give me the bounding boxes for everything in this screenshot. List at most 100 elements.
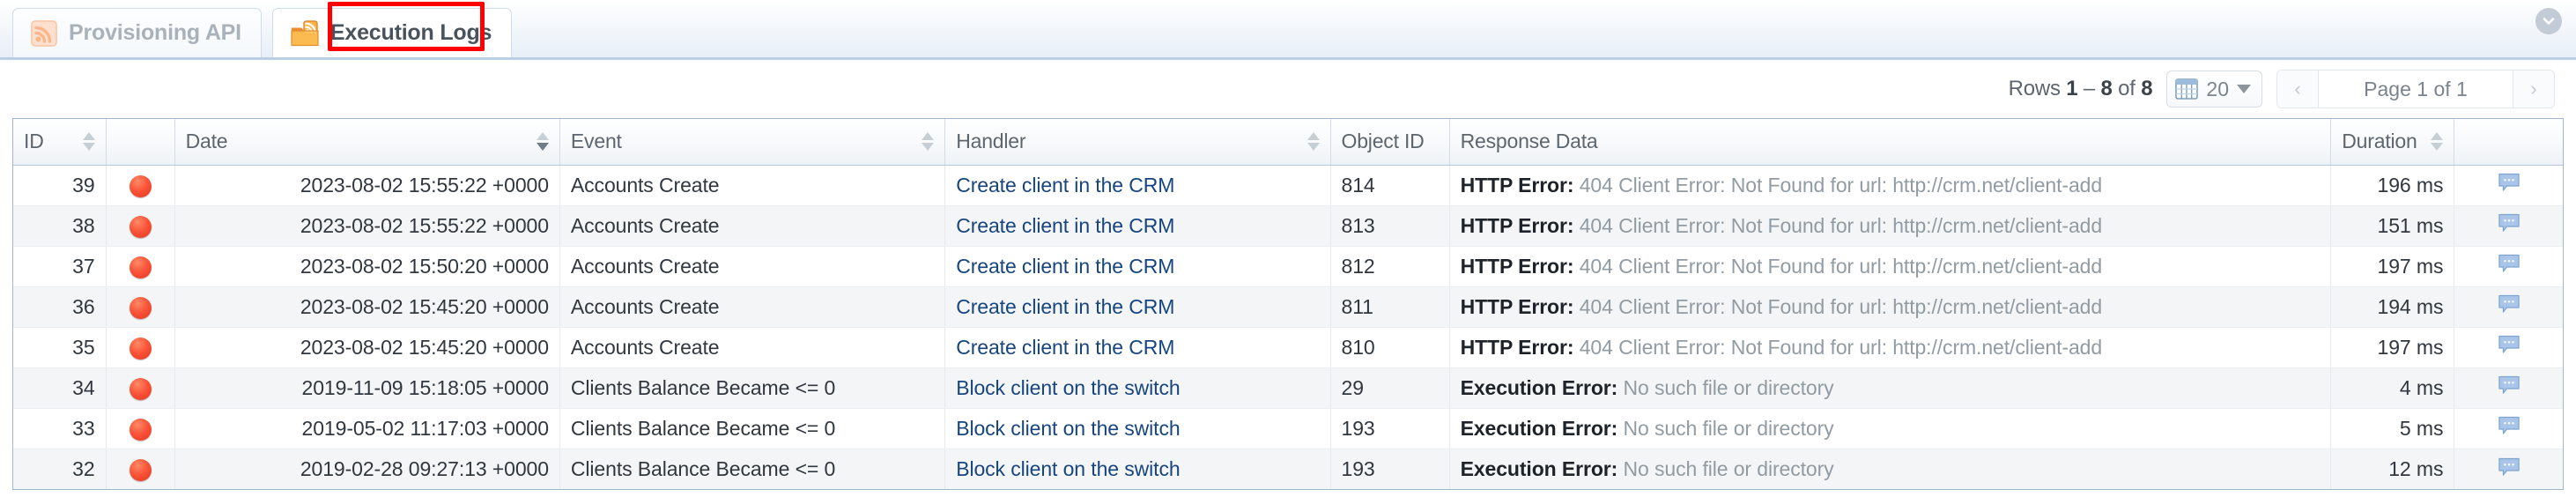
column-header-response-data-label: Response Data bbox=[1460, 130, 1598, 153]
column-header-object-id: Object ID bbox=[1330, 119, 1450, 166]
cell-note[interactable] bbox=[2454, 246, 2563, 287]
handler-link[interactable]: Create client in the CRM bbox=[956, 174, 1174, 197]
handler-link[interactable]: Create client in the CRM bbox=[956, 255, 1174, 278]
comment-button[interactable] bbox=[2498, 457, 2520, 482]
cell-object-id: 193 bbox=[1330, 449, 1450, 489]
table-row[interactable]: 37 2023-08-02 15:50:20 +0000 Accounts Crea… bbox=[13, 246, 2563, 287]
rows-prefix: Rows bbox=[2008, 77, 2061, 100]
cell-duration: 4 ms bbox=[2330, 367, 2455, 409]
sort-arrows-event[interactable] bbox=[922, 132, 935, 152]
response-key: HTTP Error: bbox=[1460, 335, 1574, 359]
response-key: HTTP Error: bbox=[1460, 213, 1574, 237]
cell-response-data: Execution Error: No such file or directo… bbox=[1449, 367, 2332, 409]
response-value: 404 Client Error: Not Found for url: htt… bbox=[1579, 213, 2103, 237]
handler-link[interactable]: Block client on the switch bbox=[956, 417, 1180, 440]
cell-note[interactable] bbox=[2454, 286, 2563, 328]
response-key: Execution Error: bbox=[1460, 416, 1618, 440]
cell-handler: Create client in the CRM bbox=[944, 327, 1331, 368]
sort-arrows-id[interactable] bbox=[82, 132, 95, 152]
cell-duration: 5 ms bbox=[2330, 408, 2455, 449]
table-row[interactable]: 38 2023-08-02 15:55:22 +0000 Accounts Crea… bbox=[13, 205, 2563, 247]
cell-duration: 12 ms bbox=[2330, 449, 2455, 489]
table-row[interactable]: 35 2023-08-02 15:45:20 +0000 Accounts Crea… bbox=[13, 327, 2563, 368]
cell-note[interactable] bbox=[2454, 205, 2563, 247]
cell-date: 2019-02-28 09:27:13 +0000 bbox=[174, 449, 560, 489]
handler-link[interactable]: Create client in the CRM bbox=[956, 214, 1174, 237]
response-key: HTTP Error: bbox=[1460, 173, 1574, 197]
previous-page-button[interactable]: ‹ bbox=[2277, 70, 2318, 108]
tab-bar: Provisioning API Execution Logs bbox=[0, 0, 2576, 60]
comment-button[interactable] bbox=[2498, 254, 2520, 278]
folder-rss-icon bbox=[291, 19, 319, 46]
comment-button[interactable] bbox=[2498, 416, 2520, 441]
table-row[interactable]: 33 2019-05-02 11:17:03 +0000 Clients Balan… bbox=[13, 408, 2563, 449]
handler-link[interactable]: Create client in the CRM bbox=[956, 336, 1174, 359]
cell-date: 2023-08-02 15:50:20 +0000 bbox=[174, 246, 560, 287]
table-row[interactable]: 34 2019-11-09 15:18:05 +0000 Clients Balan… bbox=[13, 367, 2563, 409]
response-value: 404 Client Error: Not Found for url: htt… bbox=[1579, 335, 2103, 359]
cell-date: 2023-08-02 15:45:20 +0000 bbox=[174, 286, 560, 328]
page-indicator[interactable]: Page 1 of 1 bbox=[2318, 70, 2513, 108]
response-key: Execution Error: bbox=[1460, 456, 1618, 480]
comment-icon bbox=[2498, 336, 2520, 354]
cell-event: Accounts Create bbox=[559, 327, 946, 368]
sort-arrows-handler[interactable] bbox=[1307, 132, 1320, 152]
handler-link[interactable]: Block client on the switch bbox=[956, 457, 1180, 480]
cell-object-id: 29 bbox=[1330, 367, 1450, 409]
handler-link[interactable]: Block client on the switch bbox=[956, 376, 1180, 399]
tab-execution-logs[interactable]: Execution Logs bbox=[271, 8, 513, 57]
execution-logs-table: ID Date Event Handler Object ID Response… bbox=[13, 119, 2563, 489]
response-key: HTTP Error: bbox=[1460, 294, 1574, 318]
table-header: ID Date Event Handler Object ID Response… bbox=[13, 119, 2563, 166]
cell-object-id: 193 bbox=[1330, 408, 1450, 449]
cell-id: 35 bbox=[13, 327, 107, 368]
sort-arrows-duration[interactable] bbox=[2431, 132, 2444, 152]
cell-id: 39 bbox=[13, 165, 107, 206]
comment-button[interactable] bbox=[2498, 173, 2520, 197]
next-page-button[interactable]: › bbox=[2513, 70, 2554, 108]
column-header-handler-label: Handler bbox=[956, 130, 1026, 153]
cell-status bbox=[106, 246, 175, 287]
collapse-button[interactable] bbox=[2535, 8, 2562, 34]
rows-count-label: Rows 1 – 8 of 8 bbox=[2009, 77, 2153, 101]
table-row[interactable]: 39 2023-08-02 15:55:22 +0000 Accounts Crea… bbox=[13, 165, 2563, 206]
pagination-control: ‹ Page 1 of 1 › bbox=[2276, 70, 2555, 108]
cell-duration: 197 ms bbox=[2330, 327, 2455, 368]
table-body: 39 2023-08-02 15:55:22 +0000 Accounts Crea… bbox=[13, 165, 2563, 489]
cell-note[interactable] bbox=[2454, 327, 2563, 368]
comment-icon bbox=[2498, 214, 2520, 233]
sort-arrows-date[interactable] bbox=[536, 132, 549, 152]
execution-logs-table-container: ID Date Event Handler Object ID Response… bbox=[12, 118, 2564, 490]
handler-link[interactable]: Create client in the CRM bbox=[956, 295, 1174, 318]
table-row[interactable]: 32 2019-02-28 09:27:13 +0000 Clients Balan… bbox=[13, 449, 2563, 489]
comment-icon bbox=[2498, 417, 2520, 435]
column-header-event[interactable]: Event bbox=[559, 119, 946, 166]
table-row[interactable]: 36 2023-08-02 15:45:20 +0000 Accounts Crea… bbox=[13, 286, 2563, 328]
grid-icon bbox=[2175, 78, 2199, 100]
column-header-date[interactable]: Date bbox=[174, 119, 560, 166]
response-value: 404 Client Error: Not Found for url: htt… bbox=[1579, 254, 2103, 278]
cell-status bbox=[106, 205, 175, 247]
cell-note[interactable] bbox=[2454, 449, 2563, 489]
comment-button[interactable] bbox=[2498, 213, 2520, 238]
cell-duration: 196 ms bbox=[2330, 165, 2455, 206]
tab-execution-logs-label: Execution Logs bbox=[329, 20, 492, 45]
cell-note[interactable] bbox=[2454, 367, 2563, 409]
comment-icon bbox=[2498, 376, 2520, 395]
table-header-row: ID Date Event Handler Object ID Response… bbox=[13, 119, 2563, 166]
column-header-duration[interactable]: Duration bbox=[2330, 119, 2455, 166]
cell-note[interactable] bbox=[2454, 165, 2563, 206]
tab-provisioning-api[interactable]: Provisioning API bbox=[12, 8, 262, 57]
rows-of: of bbox=[2118, 77, 2136, 100]
cell-date: 2023-08-02 15:55:22 +0000 bbox=[174, 205, 560, 247]
cell-note[interactable] bbox=[2454, 408, 2563, 449]
response-value: No such file or directory bbox=[1623, 375, 1834, 399]
page-size-selector[interactable]: 20 bbox=[2166, 70, 2262, 108]
column-header-handler[interactable]: Handler bbox=[944, 119, 1331, 166]
comment-button[interactable] bbox=[2498, 294, 2520, 319]
comment-button[interactable] bbox=[2498, 335, 2520, 360]
comment-button[interactable] bbox=[2498, 375, 2520, 400]
column-header-id[interactable]: ID bbox=[13, 119, 107, 166]
cell-response-data: HTTP Error: 404 Client Error: Not Found … bbox=[1449, 327, 2332, 368]
cell-id: 36 bbox=[13, 286, 107, 328]
